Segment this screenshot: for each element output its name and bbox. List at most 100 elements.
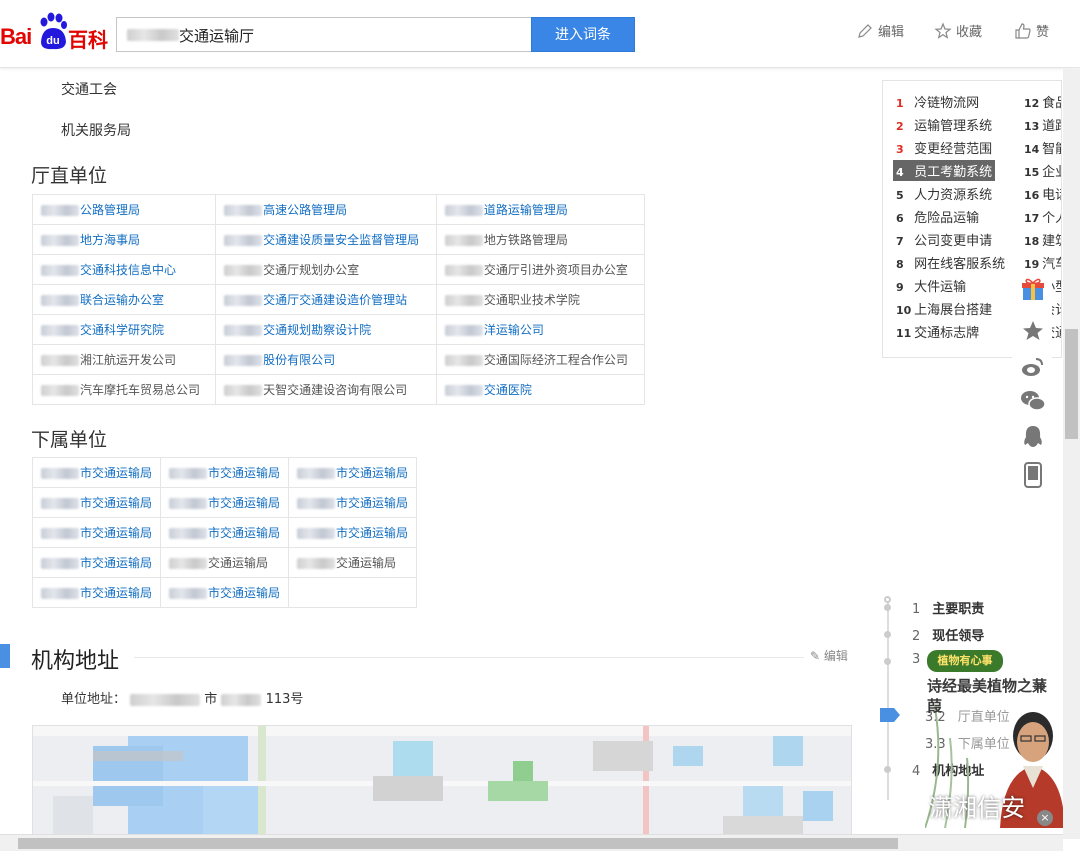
unit-cell[interactable]: 湘江航运开发公司 — [31, 344, 217, 375]
toc-item[interactable]: 2 现任领导 — [912, 625, 984, 644]
unit-cell[interactable]: 市交通运输局 — [31, 457, 162, 488]
mobile-icon[interactable] — [1020, 462, 1046, 488]
unit-link[interactable]: 交通国际经济工程合作公司 — [484, 353, 628, 367]
related-item[interactable]: 17 个人 — [1021, 206, 1061, 227]
unit-link[interactable]: 交通厅规划办公室 — [263, 263, 359, 277]
unit-link[interactable]: 交通医院 — [484, 383, 532, 397]
unit-cell[interactable]: 道路运输管理局 — [435, 194, 646, 225]
related-item[interactable]: 14 智能 — [1021, 137, 1061, 158]
unit-cell[interactable]: 交通建设质量安全监督管理局 — [215, 224, 437, 255]
related-item[interactable]: 5 人力资源系统 — [893, 183, 995, 204]
unit-cell[interactable]: 交通运输局 — [288, 547, 418, 578]
related-item[interactable]: 2 运输管理系统 — [893, 114, 995, 135]
related-item[interactable]: 12 食品 — [1021, 91, 1061, 112]
unit-cell[interactable]: 市交通运输局 — [288, 487, 418, 518]
related-item[interactable]: 9 大件运输 — [893, 275, 969, 296]
close-icon[interactable]: × — [1037, 810, 1053, 826]
unit-cell[interactable]: 高速公路管理局 — [215, 194, 437, 225]
related-item[interactable]: 10 上海展台搭建 — [893, 298, 995, 319]
unit-cell[interactable]: 交通国际经济工程合作公司 — [435, 344, 646, 375]
unit-link[interactable]: 市交通运输局 — [208, 496, 280, 510]
unit-link[interactable]: 市交通运输局 — [208, 586, 280, 600]
unit-link[interactable]: 市交通运输局 — [336, 466, 408, 480]
section-edit-button[interactable]: ✎ 编辑 — [810, 647, 848, 664]
search-input[interactable]: 交通运输厅 — [116, 17, 532, 52]
edit-button[interactable]: 编辑 — [856, 21, 904, 40]
unit-cell[interactable]: 市交通运输局 — [160, 517, 290, 548]
like-button[interactable]: 赞 — [1014, 21, 1049, 40]
related-item[interactable]: 19 汽车 — [1021, 252, 1061, 273]
favorite-star-icon[interactable] — [1020, 318, 1046, 344]
unit-link[interactable]: 联合运输办公室 — [80, 293, 164, 307]
gift-icon[interactable] — [1020, 276, 1046, 302]
unit-cell[interactable]: 市交通运输局 — [160, 577, 290, 608]
unit-link[interactable]: 交通科技信息中心 — [80, 263, 176, 277]
baidu-baike-logo[interactable]: Bai du 百科 — [0, 12, 110, 52]
related-item[interactable]: 8 网在线客服系统 — [893, 252, 1008, 273]
qq-icon[interactable] — [1020, 424, 1046, 450]
unit-link[interactable]: 市交通运输局 — [80, 496, 152, 510]
unit-link[interactable]: 交通规划勘察设计院 — [263, 323, 371, 337]
unit-link[interactable]: 公路管理局 — [80, 203, 140, 217]
related-item[interactable]: 4 员工考勤系统 — [893, 160, 996, 181]
unit-link[interactable]: 市交通运输局 — [80, 586, 152, 600]
unit-cell[interactable]: 交通医院 — [435, 374, 646, 405]
unit-cell[interactable]: 交通厅引进外资项目办公室 — [435, 254, 646, 285]
floating-ad[interactable]: 植物有心事 诗经最美植物之蒹葭 潇湘信安 × — [895, 648, 1065, 829]
vertical-scrollbar[interactable] — [1063, 69, 1080, 839]
unit-cell[interactable]: 交通科技信息中心 — [31, 254, 217, 285]
unit-cell[interactable]: 交通职业技术学院 — [435, 284, 646, 315]
vertical-scroll-thumb[interactable] — [1065, 329, 1078, 439]
favorite-button[interactable]: 收藏 — [934, 21, 982, 40]
related-item[interactable]: 3 变更经营范围 — [893, 137, 995, 158]
unit-link[interactable]: 市交通运输局 — [336, 526, 408, 540]
related-item[interactable]: 18 建筑 — [1021, 229, 1061, 250]
unit-cell[interactable]: 地方铁路管理局 — [435, 224, 646, 255]
unit-link[interactable]: 地方铁路管理局 — [484, 233, 568, 247]
unit-cell[interactable]: 交通厅规划办公室 — [215, 254, 437, 285]
unit-cell[interactable]: 地方海事局 — [31, 224, 217, 255]
unit-cell[interactable]: 市交通运输局 — [288, 457, 418, 488]
weibo-icon[interactable] — [1020, 354, 1046, 380]
unit-link[interactable]: 汽车摩托车贸易总公司 — [80, 383, 200, 397]
unit-cell[interactable]: 市交通运输局 — [288, 517, 418, 548]
unit-cell[interactable]: 市交通运输局 — [31, 517, 162, 548]
unit-link[interactable]: 市交通运输局 — [336, 496, 408, 510]
unit-cell[interactable]: 交通运输局 — [160, 547, 290, 578]
unit-cell[interactable]: 市交通运输局 — [31, 547, 162, 578]
unit-cell[interactable]: 公路管理局 — [31, 194, 217, 225]
horizontal-scroll-thumb[interactable] — [18, 838, 898, 849]
related-item[interactable]: 7 公司变更申请 — [893, 229, 995, 250]
unit-link[interactable]: 湘江航运开发公司 — [80, 353, 176, 367]
unit-link[interactable]: 道路运输管理局 — [484, 203, 568, 217]
related-item[interactable]: 11 交通标志牌 — [893, 321, 982, 342]
location-map[interactable] — [32, 725, 852, 839]
unit-link[interactable]: 交通厅交通建设造价管理站 — [263, 293, 407, 307]
unit-link[interactable]: 交通厅引进外资项目办公室 — [484, 263, 628, 277]
related-item[interactable]: 15 企业 — [1021, 160, 1061, 181]
unit-cell[interactable]: 联合运输办公室 — [31, 284, 217, 315]
unit-link[interactable]: 市交通运输局 — [80, 466, 152, 480]
unit-link[interactable]: 高速公路管理局 — [263, 203, 347, 217]
unit-cell[interactable]: 市交通运输局 — [31, 487, 162, 518]
unit-link[interactable]: 交通运输局 — [336, 556, 396, 570]
unit-cell[interactable]: 汽车摩托车贸易总公司 — [31, 374, 217, 405]
unit-cell[interactable]: 市交通运输局 — [160, 487, 290, 518]
unit-cell[interactable]: 交通厅交通建设造价管理站 — [215, 284, 437, 315]
unit-link[interactable]: 交通科学研究院 — [80, 323, 164, 337]
unit-cell[interactable]: 交通规划勘察设计院 — [215, 314, 437, 345]
toc-item[interactable]: 1 主要职责 — [912, 598, 984, 617]
related-item[interactable]: 13 道路 — [1021, 114, 1061, 135]
horizontal-scrollbar[interactable] — [0, 834, 1063, 851]
unit-link[interactable]: 交通建设质量安全监督管理局 — [263, 233, 419, 247]
unit-link[interactable]: 天智交通建设咨询有限公司 — [263, 383, 407, 397]
wechat-icon[interactable] — [1020, 388, 1046, 414]
unit-link[interactable]: 股份有限公司 — [263, 353, 335, 367]
unit-link[interactable]: 洋运输公司 — [484, 323, 544, 337]
unit-cell[interactable]: 股份有限公司 — [215, 344, 437, 375]
unit-cell[interactable]: 洋运输公司 — [435, 314, 646, 345]
unit-cell[interactable]: 市交通运输局 — [160, 457, 290, 488]
unit-link[interactable]: 交通职业技术学院 — [484, 293, 580, 307]
unit-link[interactable]: 市交通运输局 — [208, 526, 280, 540]
unit-link[interactable]: 市交通运输局 — [80, 526, 152, 540]
